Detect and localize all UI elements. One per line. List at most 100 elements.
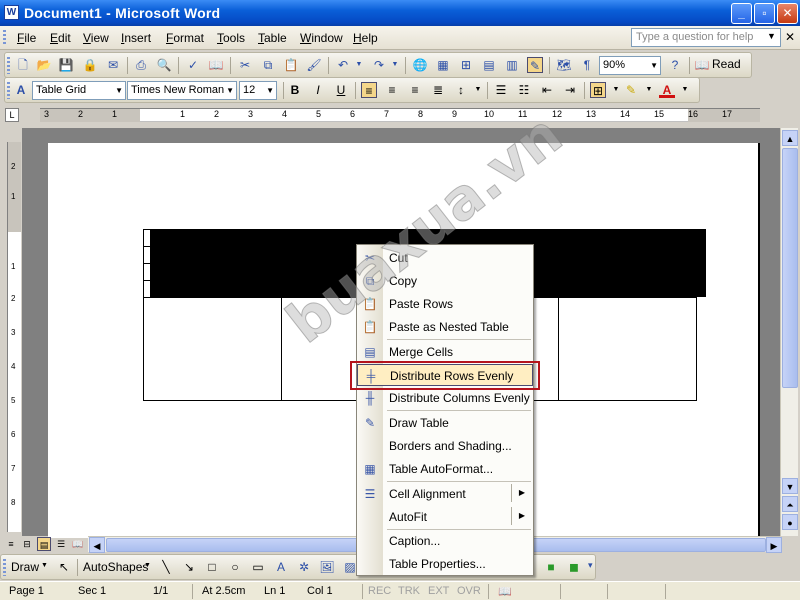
chevron-down-icon[interactable]: ▼ bbox=[226, 84, 234, 97]
align-right-icon[interactable]: ≡ bbox=[407, 82, 423, 98]
help-icon[interactable]: ? bbox=[667, 57, 683, 73]
redo-icon[interactable]: ↷ bbox=[371, 57, 387, 73]
wordart-icon[interactable]: A bbox=[273, 559, 289, 575]
menu-item-cut[interactable]: ✂ Cut bbox=[357, 247, 533, 269]
borders-icon[interactable]: ⊞ bbox=[590, 82, 606, 98]
print-layout-icon[interactable]: ▤ bbox=[37, 537, 51, 551]
font-color-icon[interactable]: A bbox=[659, 82, 675, 98]
shadow-icon[interactable]: ■ bbox=[543, 559, 559, 575]
status-ovr[interactable]: OVR bbox=[457, 585, 481, 597]
hyperlink-icon[interactable]: 🌐 bbox=[412, 57, 428, 73]
toolbar-grip[interactable] bbox=[7, 82, 10, 99]
font-select[interactable]: Times New Roman ▼ bbox=[127, 81, 237, 100]
drawing-icon[interactable]: ✎ bbox=[527, 57, 543, 73]
tables-borders-icon[interactable]: ▦ bbox=[435, 57, 451, 73]
italic-icon[interactable]: I bbox=[310, 82, 326, 98]
menu-format[interactable]: Format bbox=[166, 31, 204, 45]
web-layout-icon[interactable]: ⊟ bbox=[20, 537, 34, 551]
status-trk[interactable]: TRK bbox=[398, 585, 420, 597]
toolbar-grip[interactable] bbox=[3, 559, 6, 576]
status-ext[interactable]: EXT bbox=[428, 585, 449, 597]
bullets-icon[interactable]: ☷ bbox=[516, 82, 532, 98]
insert-table-icon[interactable]: ⊞ bbox=[458, 57, 474, 73]
ask-question-input[interactable]: Type a question for help bbox=[631, 28, 781, 47]
spelling-status-icon[interactable]: 📖 bbox=[498, 585, 512, 598]
scroll-right-icon[interactable]: ▶ bbox=[766, 537, 782, 553]
undo-dropdown-icon[interactable]: ▼ bbox=[351, 57, 367, 73]
new-document-icon[interactable]: 🗋 bbox=[15, 57, 31, 73]
document-close-icon[interactable]: ✕ bbox=[785, 30, 795, 44]
menu-help[interactable]: Help bbox=[353, 31, 378, 45]
menu-edit[interactable]: Edit bbox=[50, 31, 71, 45]
select-objects-icon[interactable]: ↖ bbox=[56, 559, 72, 575]
copy-icon[interactable]: ⧉ bbox=[260, 57, 276, 73]
tab-selector[interactable]: L bbox=[5, 108, 19, 122]
toolbar-grip[interactable] bbox=[7, 57, 10, 74]
undo-icon[interactable]: ↶ bbox=[335, 57, 351, 73]
menu-file[interactable]: File bbox=[17, 31, 36, 45]
line-spacing-icon[interactable]: ↕ bbox=[453, 82, 469, 98]
line-spacing-dropdown-icon[interactable]: ▼ bbox=[470, 82, 486, 98]
menu-item-table-autoformat[interactable]: ▦ Table AutoFormat... bbox=[357, 458, 533, 480]
redo-dropdown-icon[interactable]: ▼ bbox=[387, 57, 403, 73]
document-map-icon[interactable]: 🗺 bbox=[556, 57, 572, 73]
print-preview-icon[interactable]: 🔍 bbox=[156, 57, 172, 73]
cut-icon[interactable]: ✂ bbox=[237, 57, 253, 73]
chevron-down-icon[interactable]: ▼ bbox=[650, 59, 658, 72]
menu-item-copy[interactable]: ⧉ Copy bbox=[357, 270, 533, 292]
clip-art-icon[interactable]: 🖼 bbox=[319, 559, 335, 575]
minimize-button[interactable]: _ bbox=[731, 3, 752, 24]
align-left-icon[interactable]: ≡ bbox=[361, 82, 377, 98]
oval-icon[interactable]: ○ bbox=[227, 559, 243, 575]
highlight-icon[interactable]: ✎ bbox=[623, 82, 639, 98]
menu-insert[interactable]: Insert bbox=[121, 31, 151, 45]
insert-excel-icon[interactable]: ▤ bbox=[481, 57, 497, 73]
vertical-ruler[interactable]: 2 1 1 2 3 4 5 6 7 8 bbox=[7, 142, 21, 532]
chevron-down-icon[interactable]: ▼ bbox=[41, 562, 48, 569]
spelling-icon[interactable]: ✓ bbox=[185, 57, 201, 73]
zoom-select[interactable]: 90% ▼ bbox=[599, 56, 661, 75]
font-size-select[interactable]: 12 ▼ bbox=[239, 81, 277, 100]
menu-item-autofit[interactable]: AutoFit ▶ bbox=[357, 506, 533, 528]
save-icon[interactable]: 💾 bbox=[58, 57, 74, 73]
reading-layout-icon[interactable]: 📖 bbox=[71, 537, 85, 551]
draw-menu[interactable]: Draw bbox=[11, 560, 39, 574]
menu-item-cell-alignment[interactable]: ☰ Cell Alignment ▶ bbox=[357, 483, 533, 505]
line-icon[interactable]: ╲ bbox=[158, 559, 174, 575]
toolbar-options-icon[interactable]: ▾ bbox=[588, 560, 593, 571]
research-icon[interactable]: 📖 bbox=[208, 57, 224, 73]
increase-indent-icon[interactable]: ⇥ bbox=[562, 82, 578, 98]
menu-tools[interactable]: Tools bbox=[217, 31, 245, 45]
menu-view[interactable]: View bbox=[83, 31, 109, 45]
text-box-icon[interactable]: ▭ bbox=[250, 559, 266, 575]
previous-page-icon[interactable]: ⏶ bbox=[782, 496, 798, 512]
scroll-down-icon[interactable]: ▼ bbox=[782, 478, 798, 494]
menu-item-borders-and-shading[interactable]: Borders and Shading... bbox=[357, 435, 533, 457]
vertical-scroll-thumb[interactable] bbox=[782, 148, 798, 388]
chevron-down-icon[interactable]: ▼ bbox=[144, 562, 151, 569]
font-color-dropdown-icon[interactable]: ▼ bbox=[677, 82, 693, 98]
justify-icon[interactable]: ≣ bbox=[430, 82, 446, 98]
menu-item-paste-nested-table[interactable]: 📋 Paste as Nested Table bbox=[357, 316, 533, 338]
highlight-dropdown-icon[interactable]: ▼ bbox=[641, 82, 657, 98]
close-button[interactable]: ✕ bbox=[777, 3, 798, 24]
style-select[interactable]: Table Grid ▼ bbox=[32, 81, 126, 100]
word-app-icon[interactable]: W bbox=[4, 5, 19, 20]
format-painter-icon[interactable]: 🖌 bbox=[306, 57, 322, 73]
bold-icon[interactable]: B bbox=[287, 82, 303, 98]
chevron-down-icon[interactable]: ▼ bbox=[266, 84, 274, 97]
menu-item-caption[interactable]: Caption... bbox=[357, 530, 533, 552]
decrease-indent-icon[interactable]: ⇤ bbox=[539, 82, 555, 98]
ask-dropdown-icon[interactable]: ▼ bbox=[767, 31, 776, 41]
title-bar[interactable]: W Document1 - Microsoft Word _ ▫ ✕ bbox=[0, 0, 800, 26]
columns-icon[interactable]: ▥ bbox=[504, 57, 520, 73]
outline-view-icon[interactable]: ☰ bbox=[54, 537, 68, 551]
rectangle-icon[interactable]: □ bbox=[204, 559, 220, 575]
show-hide-icon[interactable]: ¶ bbox=[579, 57, 595, 73]
horizontal-ruler[interactable]: 3 2 1 1 2 3 4 5 6 7 8 9 10 11 12 13 14 1… bbox=[40, 108, 760, 122]
numbering-icon[interactable]: ☰ bbox=[493, 82, 509, 98]
align-center-icon[interactable]: ≡ bbox=[384, 82, 400, 98]
3d-icon[interactable]: ◼ bbox=[566, 559, 582, 575]
vertical-scrollbar[interactable]: ▲ ▼ ⏶ ● bbox=[780, 128, 798, 536]
menubar-grip[interactable] bbox=[3, 30, 6, 46]
